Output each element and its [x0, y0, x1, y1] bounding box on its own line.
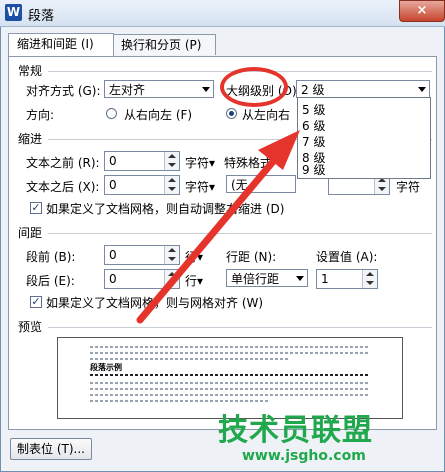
annotation-arrow [136, 130, 300, 324]
watermark-url: www.jsgho.com [242, 448, 366, 464]
watermark-logo: 技术员联盟 [218, 413, 373, 448]
arrow-shaft [136, 154, 280, 324]
tab-indent-spacing[interactable]: 缩进和间距 (I) [8, 33, 114, 56]
arrow-head [258, 130, 300, 170]
